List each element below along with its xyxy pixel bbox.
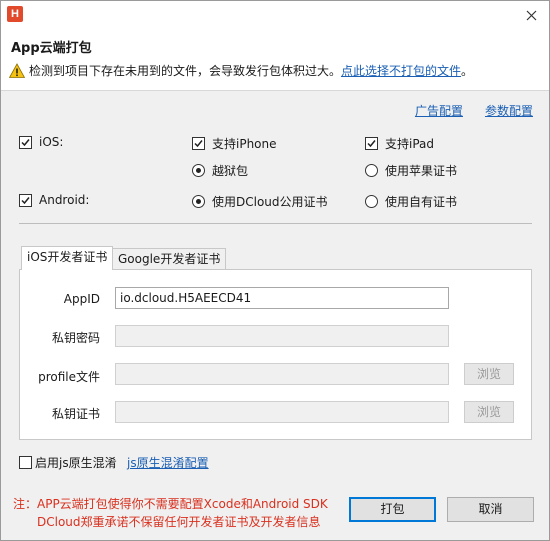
radio-dot (365, 195, 378, 208)
unused-files-warning: 检测到项目下存在未用到的文件，会导致发行包体积过大。 点此选择不打包的文件 。 (9, 62, 473, 79)
checkbox-box (192, 137, 205, 150)
own-cert-radio[interactable]: 使用自有证书 (365, 193, 457, 210)
radio-dot (365, 164, 378, 177)
ios-label: iOS: (39, 135, 64, 149)
private-key-cert-input[interactable] (115, 401, 449, 423)
dialog-title: App云端打包 (11, 41, 92, 56)
note-line-2: DCloud郑重承诺不保留任何开发者证书及开发者信息 (37, 515, 321, 529)
close-icon (526, 10, 536, 20)
appid-input[interactable]: io.dcloud.H5AEECD41 (115, 287, 449, 309)
private-key-cert-label: 私钥证书 (51, 407, 100, 421)
own-cert-label: 使用自有证书 (385, 195, 458, 209)
checkbox-box (19, 193, 32, 207)
jailbreak-radio[interactable]: 越狱包 (192, 162, 248, 179)
checkmark-icon (21, 196, 30, 204)
pack-button[interactable]: 打包 (349, 497, 436, 522)
iphone-label: 支持iPhone (212, 137, 277, 151)
ipad-checkbox[interactable]: 支持iPad (365, 135, 434, 152)
divider (19, 223, 532, 224)
note-line-1: 注：APP云端打包使得你不需要配置Xcode和Android SDK (13, 497, 328, 511)
dcloud-cert-label: 使用DCloud公用证书 (212, 195, 328, 209)
js-obfuscation-config-link[interactable]: js原生混淆配置 (127, 454, 209, 471)
cancel-button[interactable]: 取消 (447, 497, 534, 522)
title-bar: H (1, 1, 549, 32)
tab-google-developer-cert[interactable]: Google开发者证书 (112, 248, 227, 270)
param-config-link[interactable]: 参数配置 (485, 102, 533, 119)
config-links: 广告配置 参数配置 (415, 102, 533, 119)
warning-icon (9, 62, 25, 78)
hbuilder-logo-icon: H (7, 6, 23, 22)
iphone-checkbox[interactable]: 支持iPhone (192, 135, 277, 152)
radio-dot (192, 195, 205, 208)
ios-cert-panel: AppID io.dcloud.H5AEECD41 私钥密码 profile文件… (19, 269, 532, 440)
jailbreak-label: 越狱包 (212, 164, 249, 178)
js-obfuscation-checkbox[interactable]: 启用js原生混淆 (19, 454, 117, 471)
js-obfuscation-label: 启用js原生混淆 (35, 456, 117, 470)
checkmark-icon (21, 138, 30, 146)
browse-profile-button[interactable]: 浏览 (464, 363, 514, 385)
checkmark-icon (367, 140, 376, 148)
dialog-header: App云端打包 检测到项目下存在未用到的文件，会导致发行包体积过大。 点此选择不… (1, 32, 549, 91)
checkbox-box (19, 135, 32, 149)
ios-checkbox[interactable]: iOS: (19, 135, 63, 149)
apple-cert-radio[interactable]: 使用苹果证书 (365, 162, 457, 179)
radio-dot (192, 164, 205, 177)
checkbox-box (19, 456, 32, 469)
warning-text: 检测到项目下存在未用到的文件，会导致发行包体积过大。 (29, 64, 342, 78)
key-password-input[interactable] (115, 325, 449, 347)
appid-label: AppID (63, 292, 100, 306)
browse-cert-button[interactable]: 浏览 (464, 401, 514, 423)
key-password-label: 私钥密码 (51, 331, 100, 345)
android-checkbox[interactable]: Android: (19, 193, 89, 207)
dcloud-cert-radio[interactable]: 使用DCloud公用证书 (192, 193, 328, 210)
select-excluded-files-link[interactable]: 点此选择不打包的文件 (341, 62, 461, 79)
android-label: Android: (39, 193, 90, 207)
checkmark-icon (194, 140, 203, 148)
apple-cert-label: 使用苹果证书 (385, 164, 458, 178)
footer-note: 注：APP云端打包使得你不需要配置Xcode和Android SDK DClou… (13, 495, 328, 531)
ipad-label: 支持iPad (385, 137, 435, 151)
profile-file-input[interactable] (115, 363, 449, 385)
close-button[interactable] (519, 4, 543, 26)
app-pack-dialog: H App云端打包 检测到项目下存在未用到的文件，会导致发行包体积过大。 点此选… (0, 0, 550, 541)
profile-file-label: profile文件 (38, 370, 100, 384)
ad-config-link[interactable]: 广告配置 (415, 102, 463, 119)
tab-ios-developer-cert[interactable]: iOS开发者证书 (21, 246, 114, 270)
checkbox-box (365, 137, 378, 150)
warning-suffix: 。 (461, 64, 474, 78)
